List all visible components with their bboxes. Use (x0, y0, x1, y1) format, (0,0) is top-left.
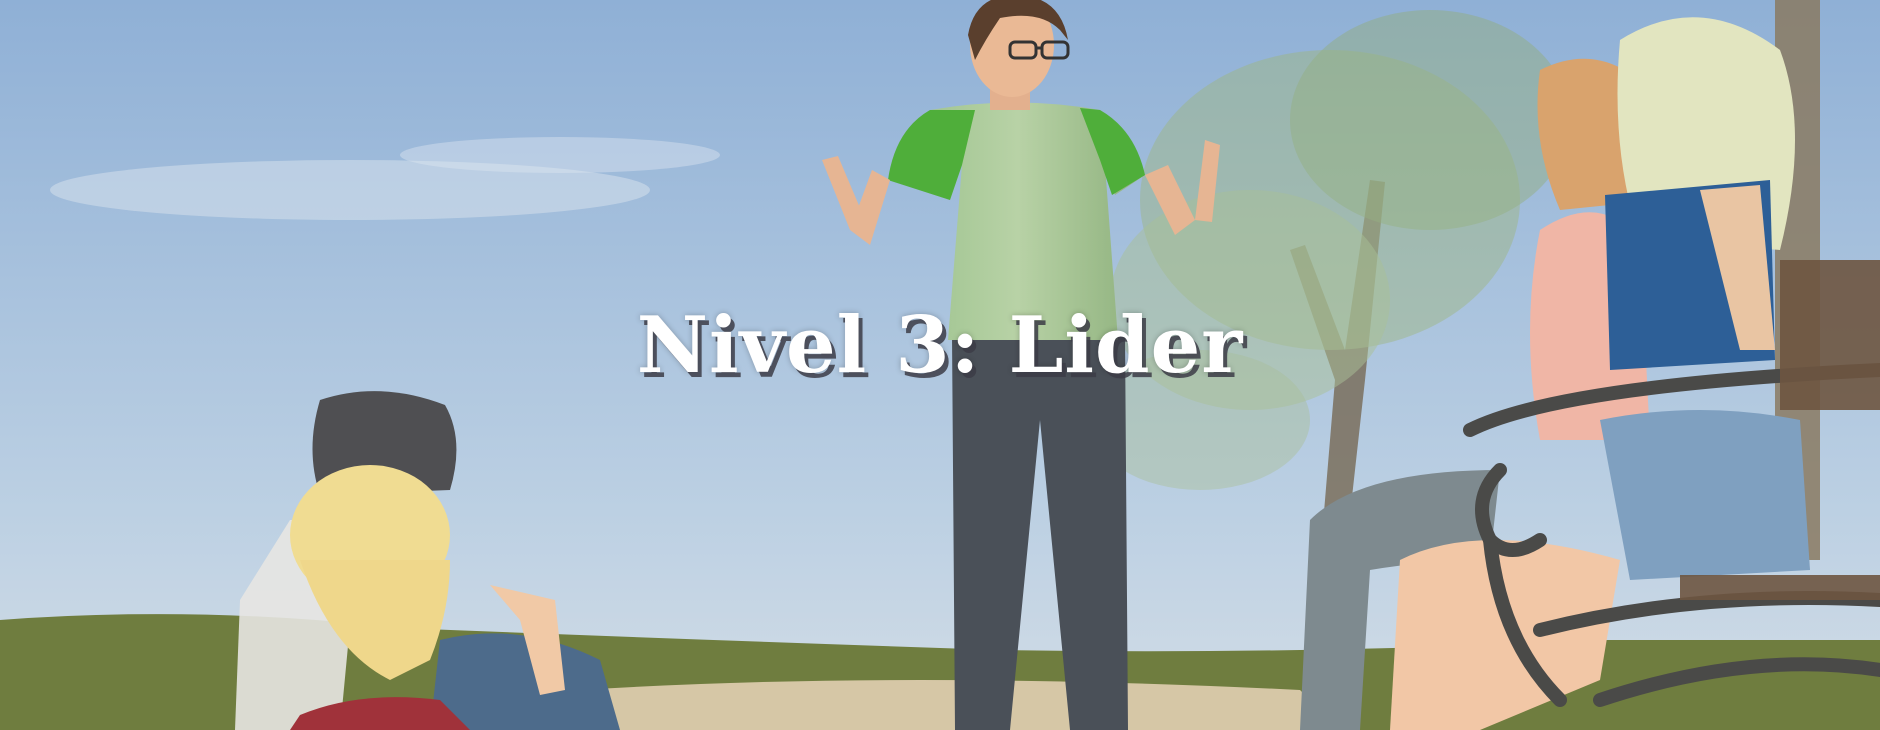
level-title: Nivel 3: Lider (636, 300, 1244, 391)
sand-path (560, 680, 1340, 730)
bench-seat (1680, 575, 1880, 600)
cloud (400, 137, 720, 173)
